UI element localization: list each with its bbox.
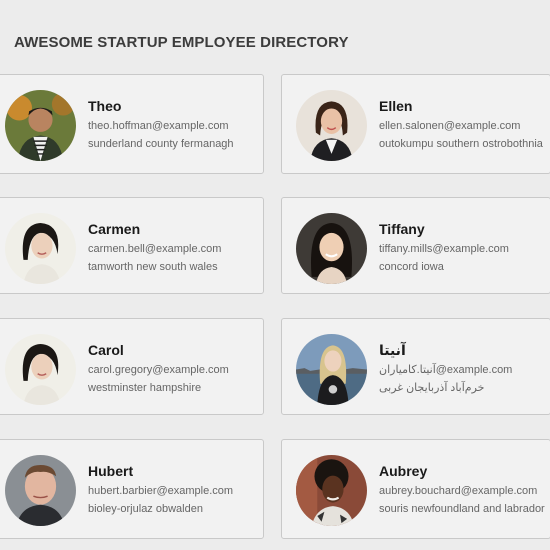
avatar <box>5 90 76 161</box>
employee-card[interactable]: آنیتا آنیتا.کامیاران@example.com خرم‌آبا… <box>281 318 550 415</box>
employee-email: ellen.salonen@example.com <box>379 120 521 132</box>
employee-location: outokumpu southern ostrobothnia <box>379 138 543 150</box>
avatar <box>5 213 76 284</box>
employee-email: theo.hoffman@example.com <box>88 120 229 132</box>
avatar <box>5 334 76 405</box>
employee-name: Theo <box>88 98 122 114</box>
avatar <box>296 90 367 161</box>
avatar <box>296 334 367 405</box>
employee-card[interactable]: Hubert hubert.barbier@example.com bioley… <box>0 439 264 539</box>
employee-card[interactable]: Carol carol.gregory@example.com westmins… <box>0 318 264 415</box>
employee-email: tiffany.mills@example.com <box>379 243 509 255</box>
avatar-photo <box>5 334 76 405</box>
employee-card[interactable]: Carmen carmen.bell@example.com tamworth … <box>0 197 264 294</box>
employee-location: bioley-orjulaz obwalden <box>88 503 203 515</box>
employee-name: Hubert <box>88 463 134 479</box>
avatar-photo <box>296 90 367 161</box>
employee-email: aubrey.bouchard@example.com <box>379 485 538 497</box>
employee-card[interactable]: Aubrey aubrey.bouchard@example.com souri… <box>281 439 550 539</box>
employee-location: souris newfoundland and labrador <box>379 503 545 515</box>
avatar-photo <box>296 213 367 284</box>
avatar <box>5 455 76 526</box>
avatar-photo <box>5 455 76 526</box>
employee-location: sunderland county fermanagh <box>88 138 234 150</box>
employee-email: آنیتا.کامیاران@example.com <box>379 364 513 376</box>
avatar-photo <box>296 455 367 526</box>
employee-email: hubert.barbier@example.com <box>88 485 234 497</box>
avatar-photo <box>5 90 76 161</box>
employee-name: Ellen <box>379 98 413 114</box>
page-title: AWESOME STARTUP EMPLOYEE DIRECTORY <box>14 34 349 51</box>
employee-location: westminster hampshire <box>88 382 202 394</box>
employee-card[interactable]: Theo theo.hoffman@example.com sunderland… <box>0 74 264 174</box>
employee-name: آنیتا <box>379 342 406 358</box>
avatar <box>296 213 367 284</box>
employee-card[interactable]: Tiffany tiffany.mills@example.com concor… <box>281 197 550 294</box>
employee-name: Tiffany <box>379 221 425 237</box>
employee-location: خرم‌آباد آذربایجان غربی <box>379 382 485 394</box>
employee-email: carol.gregory@example.com <box>88 364 229 376</box>
employee-card[interactable]: Ellen ellen.salonen@example.com outokump… <box>281 74 550 174</box>
employee-name: Carmen <box>88 221 141 237</box>
employee-email: carmen.bell@example.com <box>88 243 222 255</box>
avatar-photo <box>296 334 367 405</box>
employee-location: concord iowa <box>379 261 444 273</box>
employee-location: tamworth new south wales <box>88 261 218 273</box>
avatar <box>296 455 367 526</box>
employee-name: Carol <box>88 342 124 358</box>
avatar-photo <box>5 213 76 284</box>
employee-name: Aubrey <box>379 463 428 479</box>
